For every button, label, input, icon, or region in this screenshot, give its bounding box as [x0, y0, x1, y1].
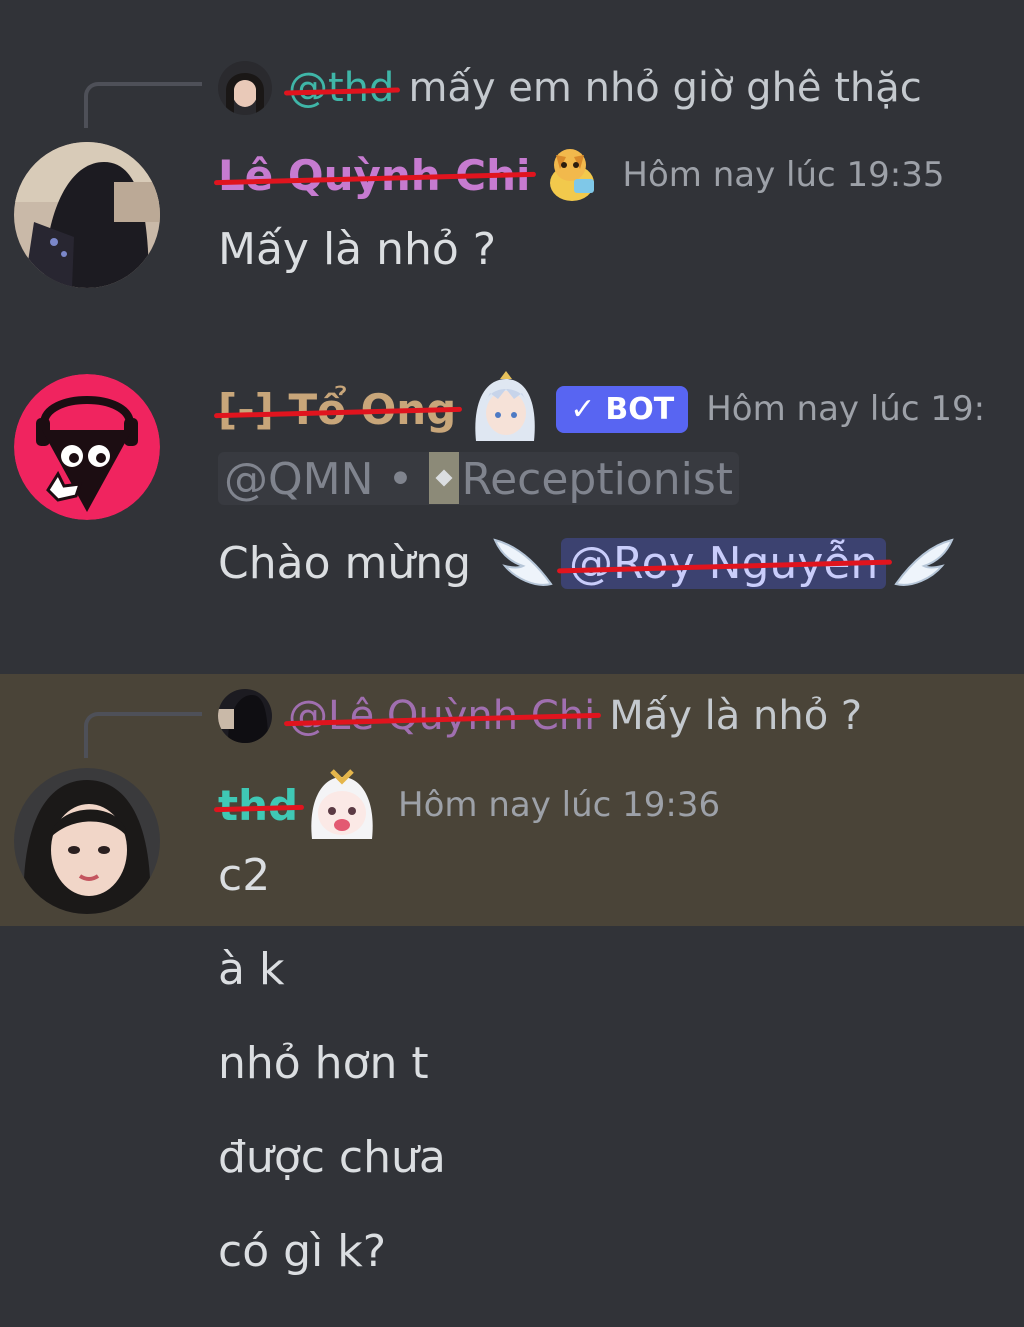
reply-connector [84, 712, 202, 758]
message-line: c2 [218, 850, 271, 901]
anime-girl-icon [475, 371, 536, 441]
welcome-mention[interactable]: @Roy Nguyễn [561, 537, 887, 589]
reply-text: Mấy là nhỏ ? [609, 693, 863, 739]
reply-preview[interactable]: @Lê Quỳnh Chi Mấy là nhỏ ? [218, 686, 862, 746]
avatar[interactable] [14, 142, 160, 288]
timestamp: Hôm nay lúc 19:36 [398, 785, 721, 825]
message-line: à k [218, 944, 285, 995]
reply-avatar-icon [218, 689, 272, 743]
reply-mention[interactable]: @thd [288, 65, 394, 111]
chibi-icon [311, 769, 373, 839]
role-separator: • [387, 454, 414, 505]
reply-avatar-icon [218, 61, 272, 115]
bot-badge: ✓ BOT [556, 385, 689, 433]
bot-badge-label: BOT [605, 391, 675, 427]
username[interactable]: Lê Quỳnh Chi [218, 151, 530, 200]
angel-wing-icon [493, 538, 553, 586]
chat-message-list: @thd mấy em nhỏ giờ ghê thặc Lê Quỳnh Ch… [0, 0, 1024, 1327]
username[interactable]: thd [218, 781, 298, 830]
timestamp: Hôm nay lúc 19: [706, 389, 986, 429]
message-line: có gì k? [218, 1226, 387, 1277]
timestamp: Hôm nay lúc 19:35 [622, 155, 945, 195]
message-group-bot: [-] Tổ Ong ✓ BOT Hôm nay lúc 19: @QMN • … [0, 340, 1024, 640]
reply-preview[interactable]: @thd mấy em nhỏ giờ ghê thặc [218, 58, 922, 118]
dog-emoji-icon [550, 149, 595, 201]
message-group-le-quynh-chi: @thd mấy em nhỏ giờ ghê thặc Lê Quỳnh Ch… [0, 0, 1024, 300]
role-pill[interactable]: @QMN • Receptionist [218, 452, 740, 505]
role-handle: @QMN [224, 454, 374, 505]
message-line: nhỏ hơn t [218, 1038, 429, 1089]
reply-mention[interactable]: @Lê Quỳnh Chi [288, 693, 595, 739]
message-header: [-] Tổ Ong ✓ BOT Hôm nay lúc 19: [218, 371, 986, 444]
welcome-line: Chào mừng @Roy Nguyễn [218, 530, 956, 596]
bot-avatar-icon[interactable] [14, 374, 160, 520]
reply-text: mấy em nhỏ giờ ghê thặc [408, 65, 922, 111]
reply-connector [84, 82, 202, 128]
role-icon [429, 452, 460, 504]
role-name: Receptionist [461, 454, 734, 505]
avatar[interactable] [14, 768, 160, 914]
welcome-text: Chào mừng [218, 537, 472, 589]
message-line: Mấy là nhỏ ? [218, 224, 497, 275]
message-header: Lê Quỳnh Chi Hôm nay lúc 19:35 [218, 140, 945, 210]
username[interactable]: [-] Tổ Ong [218, 385, 456, 434]
verified-check-icon: ✓ [570, 391, 596, 427]
role-line: @QMN • Receptionist [218, 452, 740, 505]
angel-wing-icon [894, 538, 955, 586]
message-line: được chưa [218, 1132, 446, 1183]
message-header: thd Hôm nay lúc 19:36 [218, 769, 721, 840]
message-group-thd: @Lê Quỳnh Chi Mấy là nhỏ ? thd Hôm nay l… [0, 674, 1024, 926]
